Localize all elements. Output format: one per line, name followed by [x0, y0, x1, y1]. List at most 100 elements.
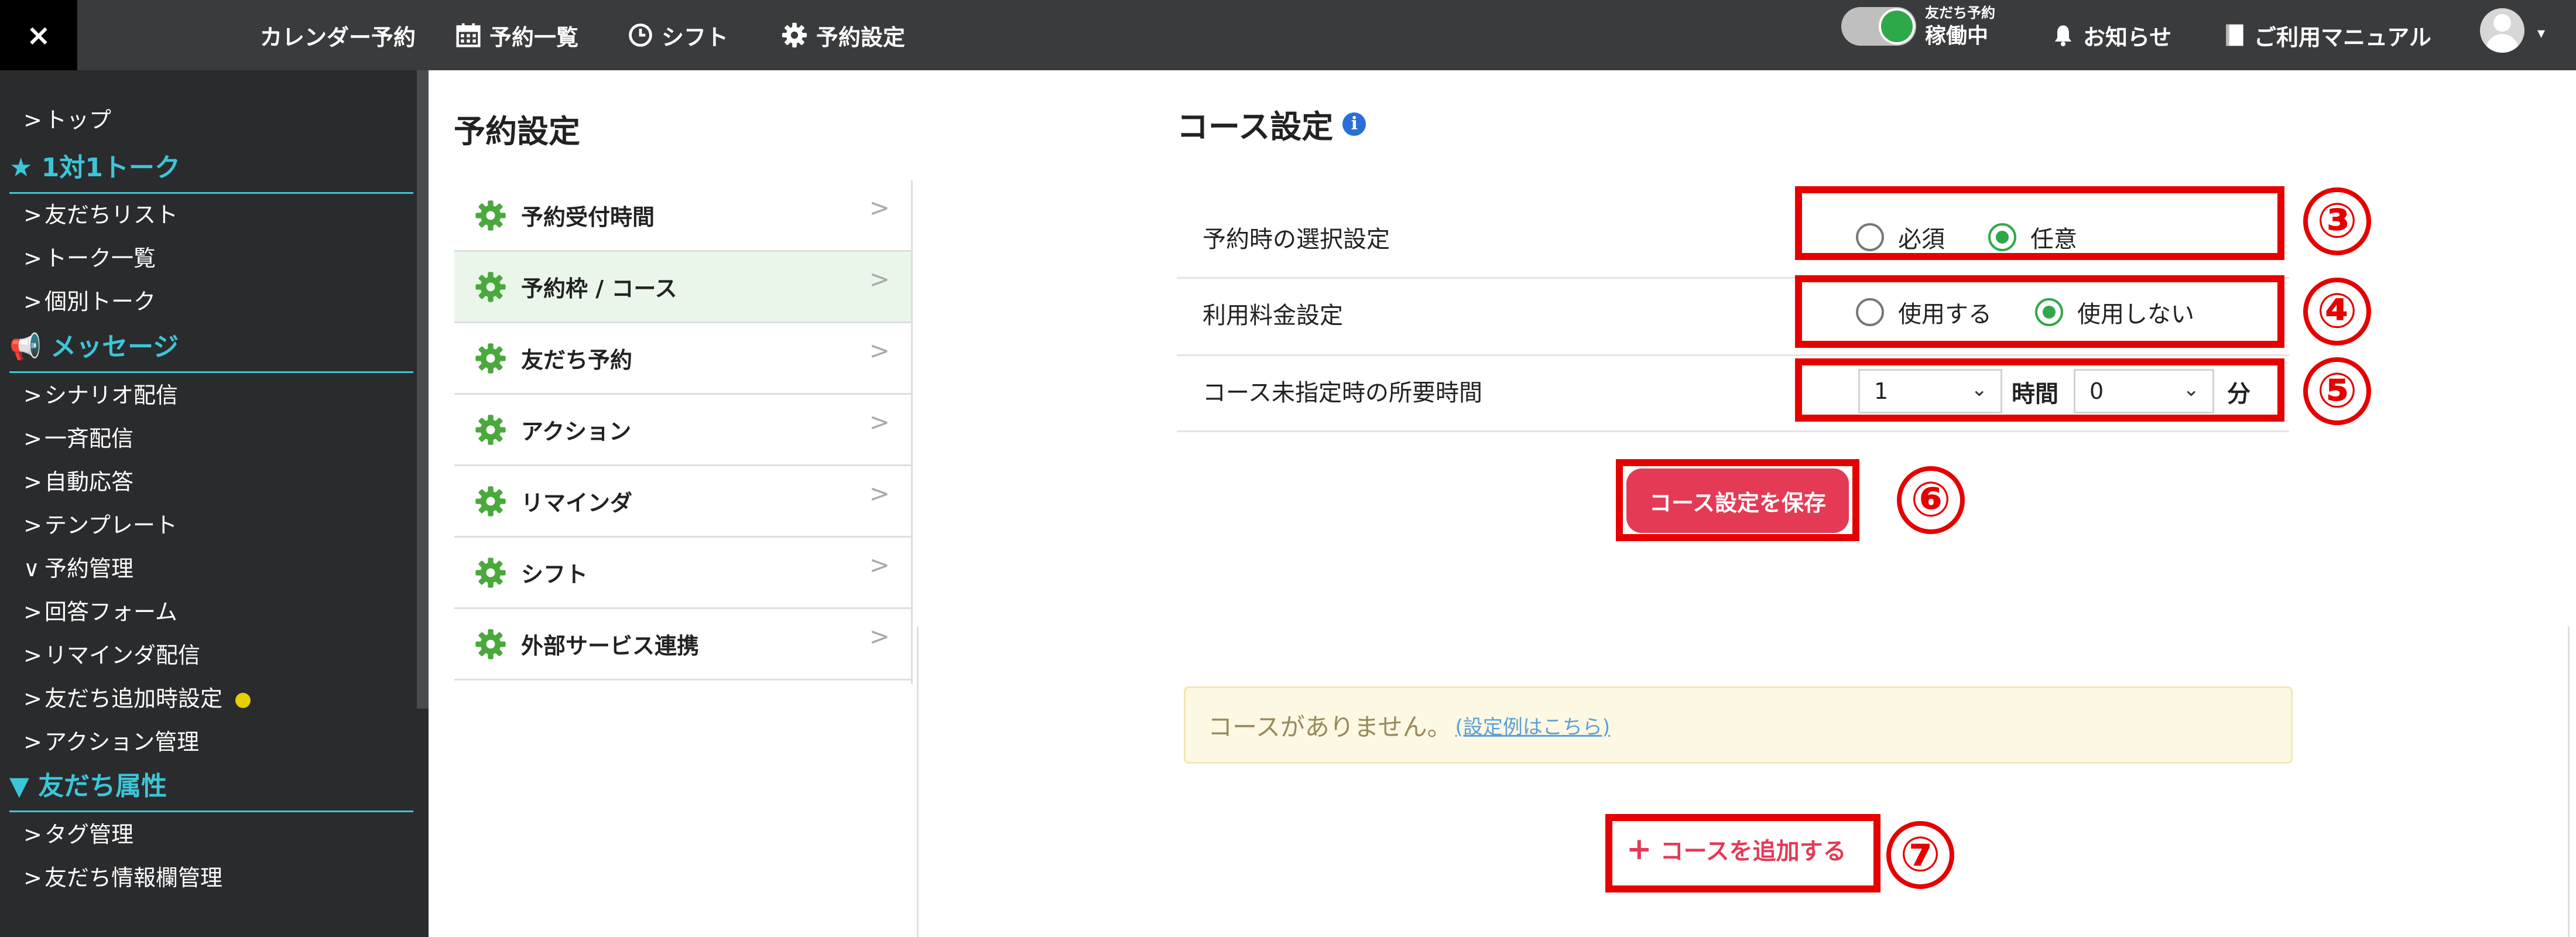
chevron-down-icon[interactable]: ▾: [2537, 25, 2545, 42]
gear-icon: [475, 343, 506, 374]
sidebar-item-friend-list[interactable]: > 友だちリスト: [23, 197, 178, 229]
chevron-right-icon: >: [23, 686, 42, 712]
user-avatar[interactable]: [2480, 8, 2524, 53]
sidebar-item-top[interactable]: > トップ: [23, 102, 111, 134]
sidebar-section-label: 1対1トーク: [41, 153, 181, 183]
chevron-right-icon: >: [869, 193, 890, 222]
add-course-button[interactable]: + コースを追加する: [1626, 832, 1847, 867]
filter-icon: ▼: [9, 771, 29, 801]
radio-no-fee[interactable]: [2035, 298, 2063, 326]
notifications-link[interactable]: お知らせ: [2051, 0, 2171, 70]
chevron-right-icon: >: [23, 599, 42, 625]
setting-example-link[interactable]: (設定例はこちら): [1455, 711, 1611, 740]
sidebar-section-one-on-one[interactable]: ★ 1対1トーク: [9, 146, 413, 194]
chevron-right-icon: >: [23, 245, 42, 271]
sidebar-scrollbar[interactable]: [417, 70, 429, 709]
sidebar-item-talk-list[interactable]: > トーク一覧: [23, 240, 156, 272]
sidebar-item-label: アクション管理: [44, 729, 200, 755]
chevron-down-icon: ∨: [23, 556, 40, 582]
nav-label: ご利用マニュアル: [2254, 24, 2431, 50]
sidebar-item-broadcast[interactable]: > 一斉配信: [23, 420, 133, 453]
top-bar: × カレンダー予約 予約一覧 シフト 予約設定 友だち予約 稼働中 お知らせ ご…: [0, 0, 2576, 70]
nav-reservation-list[interactable]: 予約一覧: [455, 0, 578, 70]
sidebar-item-auto-reply[interactable]: > 自動応答: [23, 464, 133, 496]
sidebar-section-message[interactable]: 📢 メッセージ: [9, 326, 413, 373]
gear-icon: [475, 485, 506, 517]
reservation-active-toggle[interactable]: [1841, 7, 1916, 46]
menu-item-reception-time[interactable]: 予約受付時間 >: [454, 180, 911, 252]
menu-item-shift[interactable]: シフト >: [454, 538, 911, 609]
sidebar-item-friend-info-management[interactable]: > 友だち情報欄管理: [23, 860, 222, 892]
sidebar-item-answer-form[interactable]: > 回答フォーム: [23, 594, 177, 626]
page-title: コース設定: [1177, 108, 1334, 145]
menu-item-external-services[interactable]: 外部サービス連携 >: [454, 609, 911, 680]
nav-calendar-reservation[interactable]: カレンダー予約: [260, 0, 416, 70]
radio-label: 使用する: [1898, 301, 1992, 328]
chevron-right-icon: >: [869, 550, 890, 579]
info-icon[interactable]: i: [1342, 112, 1366, 136]
plus-icon: +: [1626, 832, 1652, 867]
close-icon[interactable]: ×: [0, 0, 77, 70]
menu-item-slots-courses[interactable]: 予約枠 / コース >: [454, 252, 911, 323]
menu-item-label: 友だち予約: [521, 347, 633, 373]
chevron-right-icon: >: [23, 382, 42, 408]
chevron-right-icon: >: [23, 822, 42, 847]
toggle-knob: [1879, 8, 1915, 45]
minutes-select[interactable]: 0 ⌄: [2074, 369, 2214, 413]
radio-label: 任意: [2030, 226, 2077, 253]
gear-icon: [475, 414, 506, 445]
sidebar-item-label: 友だち追加時設定: [44, 686, 223, 712]
manual-link[interactable]: ご利用マニュアル: [2224, 0, 2431, 70]
annotation-number-3: ③: [2303, 183, 2371, 255]
nav-label: お知らせ: [2083, 24, 2172, 50]
radio-use-fee[interactable]: [1856, 298, 1884, 326]
sidebar-item-template[interactable]: > テンプレート: [23, 507, 177, 539]
settings-menu: 予約受付時間 > 予約枠 / コース > 友だち予約 > アクション > リマイ…: [454, 180, 911, 680]
menu-item-action[interactable]: アクション >: [454, 395, 911, 466]
sidebar-item-label: トップ: [44, 107, 112, 133]
radio-optional[interactable]: [1988, 223, 2016, 251]
sidebar-item-tag-management[interactable]: > タグ管理: [23, 816, 133, 849]
sidebar-item-label: 予約管理: [44, 556, 134, 582]
chevron-right-icon: >: [869, 479, 890, 508]
sidebar-item-label: 個別トーク: [44, 289, 156, 314]
menu-item-friend-reservation[interactable]: 友だち予約 >: [454, 323, 911, 395]
sidebar-item-scenario[interactable]: > シナリオ配信: [23, 377, 178, 409]
nav-reservation-settings[interactable]: 予約設定: [781, 0, 905, 70]
bell-icon: [2051, 22, 2075, 48]
sidebar-item-label: シナリオ配信: [44, 382, 179, 408]
book-icon: [2224, 22, 2246, 48]
selection-radio-group: 必須 任意: [1856, 220, 2077, 254]
add-course-label: コースを追加する: [1660, 838, 1847, 865]
menu-item-reminder[interactable]: リマインダ >: [454, 466, 911, 538]
sidebar-item-reservation-management[interactable]: ∨ 予約管理: [23, 550, 133, 583]
notification-dot: [235, 692, 251, 708]
status-label: 友だち予約: [1925, 5, 1995, 21]
chevron-down-icon: ⌄: [1971, 378, 1988, 401]
chevron-right-icon: >: [23, 469, 42, 495]
menu-item-label: 外部サービス連携: [521, 633, 700, 659]
nav-label: カレンダー予約: [260, 24, 416, 50]
sidebar-item-action-management[interactable]: > アクション管理: [23, 724, 199, 756]
sidebar-section-friend-attributes[interactable]: ▼ 友だち属性: [9, 765, 413, 812]
sidebar-item-reminder-delivery[interactable]: > リマインダ配信: [23, 637, 200, 669]
annotation-number-6: ⑥: [1897, 461, 1965, 534]
chevron-right-icon: >: [869, 265, 890, 293]
chevron-right-icon: >: [869, 408, 890, 436]
nav-shift[interactable]: シフト: [628, 0, 728, 70]
radio-label: 使用しない: [2077, 301, 2194, 328]
hours-select[interactable]: 1 ⌄: [1858, 369, 2002, 413]
save-course-settings-button[interactable]: コース設定を保存: [1626, 468, 1849, 533]
radio-required[interactable]: [1856, 223, 1884, 251]
fee-radio-group: 使用する 使用しない: [1856, 295, 2194, 329]
fee-setting-label: 利用料金設定: [1203, 302, 1343, 329]
chevron-right-icon: >: [23, 642, 42, 668]
divider: [2568, 627, 2570, 937]
sidebar-section-label: 友だち属性: [38, 771, 167, 801]
hours-value: 1: [1874, 378, 1889, 404]
reservation-status: 友だち予約 稼働中: [1925, 6, 1995, 47]
sidebar-item-individual-talk[interactable]: > 個別トーク: [23, 283, 156, 316]
gear-icon: [781, 22, 808, 49]
calendar-icon: [455, 22, 481, 48]
sidebar-item-friend-add-settings[interactable]: > 友だち追加時設定: [23, 680, 251, 713]
